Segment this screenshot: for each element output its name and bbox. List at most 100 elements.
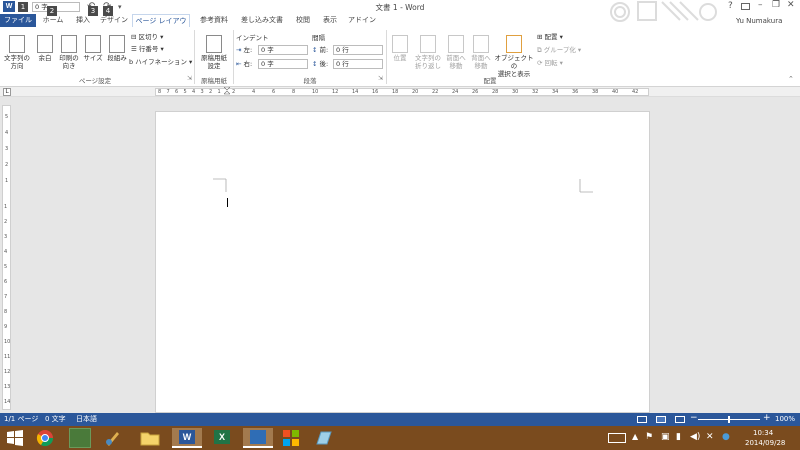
close-button[interactable]: ✕ (787, 0, 795, 10)
flag-icon[interactable]: ⚑ (645, 432, 653, 442)
vertical-ruler-number: 2 (4, 219, 8, 225)
align-button[interactable]: ⊞ 配置 ▾ (537, 32, 563, 42)
file-explorer-icon[interactable] (140, 428, 162, 448)
indent-left-input[interactable]: 0 字 (258, 45, 308, 55)
orientation-button[interactable]: 印刷の 向き (57, 35, 81, 70)
group-button[interactable]: ⧉ グループ化 ▾ (537, 45, 581, 55)
vertical-ruler-number: 5 (5, 114, 9, 120)
battery-icon[interactable]: ▮ (676, 432, 681, 442)
vertical-ruler-number: 13 (4, 384, 11, 390)
status-bar: 1/1 ページ 0 文字 日本語 − + 100% (0, 413, 800, 426)
tab-addins[interactable]: アドイン (345, 14, 379, 27)
tab-page-layout[interactable]: ページ レイアウト (132, 14, 190, 38)
ruler-number: 1 (217, 89, 221, 95)
horizontal-ruler[interactable]: 8 7 6 5 4 3 2 1 2 4 6 8 10 12 14 16 18 20 22 24 26 28 30 32 34 36… (155, 86, 649, 97)
indent-marker-icon[interactable] (223, 86, 231, 97)
store-icon[interactable] (281, 428, 303, 448)
hyphenation-icon: b (129, 58, 134, 66)
margins-button[interactable]: 余白 (34, 35, 56, 62)
page-count[interactable]: 1/1 ページ (4, 413, 38, 426)
ruler-number: 26 (472, 89, 479, 95)
help-button[interactable]: ? (728, 1, 733, 11)
ribbon-display-options-icon[interactable] (741, 3, 750, 10)
restore-button[interactable]: ❐ (772, 0, 780, 10)
vertical-ruler[interactable]: 5 4 3 2 1 1 2 3 4 5 6 7 8 9 10 11 12 13 14 (2, 105, 11, 410)
chrome-icon[interactable] (36, 428, 58, 448)
send-backward-label-1: 背面へ (471, 54, 491, 62)
selection-pane-label-1: オブジェクトの (494, 54, 534, 70)
volume-icon[interactable]: ◀) (690, 432, 700, 442)
tab-review[interactable]: 校閲 (290, 14, 316, 27)
vertical-ruler-number: 12 (4, 369, 11, 375)
orientation-icon (61, 35, 77, 53)
evernote-icon[interactable] (69, 428, 91, 448)
position-button[interactable]: 位置 (389, 35, 411, 62)
user-name[interactable]: Yu Numakura (736, 17, 782, 25)
hyphenation-button[interactable]: b ハイフネーション ▾ (129, 57, 192, 67)
tab-insert[interactable]: 挿入 (70, 14, 96, 27)
zoom-level[interactable]: 100% (775, 413, 795, 426)
window-title: 文書 1 - Word (375, 3, 425, 12)
line-numbers-button[interactable]: ☰ 行番号 ▾ (131, 44, 164, 54)
text-direction-button[interactable]: 文字列の 方向 (2, 35, 32, 70)
word-app-icon[interactable]: W (3, 1, 15, 12)
spacing-after-input[interactable]: 0 行 (333, 59, 383, 69)
language-indicator[interactable]: 日本語 (76, 413, 97, 426)
clock-date[interactable]: 2014/09/28 (745, 439, 785, 447)
show-hidden-icons-icon[interactable]: ▲ (632, 432, 638, 441)
keyboard-icon[interactable] (608, 433, 626, 443)
margins-label: 余白 (38, 54, 52, 62)
network-icon[interactable]: ✕ (706, 432, 714, 442)
bring-forward-button[interactable]: 前面へ 移動 (444, 35, 468, 70)
document-page[interactable] (155, 111, 650, 413)
word-taskbar-icon[interactable]: W (172, 428, 202, 448)
zoom-in-button[interactable]: + (763, 412, 771, 425)
zoom-out-button[interactable]: − (690, 412, 698, 425)
wrap-text-label-1: 文字列の (415, 54, 441, 62)
tab-design[interactable]: デザイン (98, 14, 130, 27)
tab-home[interactable]: ホーム (38, 14, 68, 27)
indent-right-input[interactable]: 0 字 (258, 59, 308, 69)
zoom-slider-thumb[interactable] (728, 416, 730, 423)
vertical-ruler-number: 4 (4, 249, 8, 255)
size-button[interactable]: サイズ (82, 35, 104, 62)
wrap-text-icon (420, 35, 436, 53)
spacing-before-input[interactable]: 0 行 (333, 45, 383, 55)
read-mode-icon[interactable] (637, 416, 647, 423)
paint-brush-shape (106, 432, 119, 446)
customize-qat-icon[interactable]: ▾ (118, 3, 122, 11)
app-list-icon[interactable] (243, 428, 273, 448)
paint-icon[interactable] (104, 428, 126, 448)
notification-icon[interactable]: ● (722, 432, 730, 442)
genko-settings-button[interactable]: 原稿用紙 設定 (197, 35, 231, 70)
windows-logo (7, 430, 23, 446)
tab-references[interactable]: 参考資料 (195, 14, 233, 27)
print-layout-icon[interactable] (656, 416, 666, 423)
send-backward-button[interactable]: 背面へ 移動 (469, 35, 493, 70)
excel-taskbar-icon[interactable]: X (211, 428, 233, 448)
rotate-button[interactable]: ⟳ 回転 ▾ (537, 58, 563, 68)
clock-time[interactable]: 10:34 (753, 429, 773, 437)
word-count[interactable]: 0 文字 (45, 413, 66, 426)
web-layout-icon[interactable] (675, 416, 685, 423)
wrap-text-button[interactable]: 文字列の 折り返し (412, 35, 444, 70)
tab-mailings[interactable]: 差し込み文書 (237, 14, 287, 27)
tab-selector-icon[interactable]: L (3, 88, 11, 96)
tab-file[interactable]: ファイル (0, 14, 36, 27)
columns-button[interactable]: 段組み (105, 35, 129, 62)
start-windows-icon[interactable] (6, 428, 28, 448)
hyphenation-label: ハイフネーション (135, 58, 187, 66)
page-setup-group-label: ページ設定 (78, 77, 112, 85)
tray-app-icon[interactable]: ▣ (661, 432, 670, 442)
tab-view[interactable]: 表示 (318, 14, 342, 27)
paragraph-launcher-icon[interactable]: ⇲ (378, 75, 383, 82)
collapse-ribbon-icon[interactable]: ⌃ (788, 75, 794, 83)
notes-icon[interactable] (315, 428, 337, 448)
breaks-button[interactable]: ⊟ 区切り ▾ (131, 32, 163, 42)
page-setup-launcher-icon[interactable]: ⇲ (187, 75, 192, 82)
selection-pane-button[interactable]: オブジェクトの 選択と表示 (494, 35, 534, 78)
chrome-logo (36, 430, 54, 447)
vertical-ruler-number: 8 (4, 309, 8, 315)
minimize-button[interactable]: – (758, 0, 763, 10)
ruler-number: 8 (292, 89, 296, 95)
